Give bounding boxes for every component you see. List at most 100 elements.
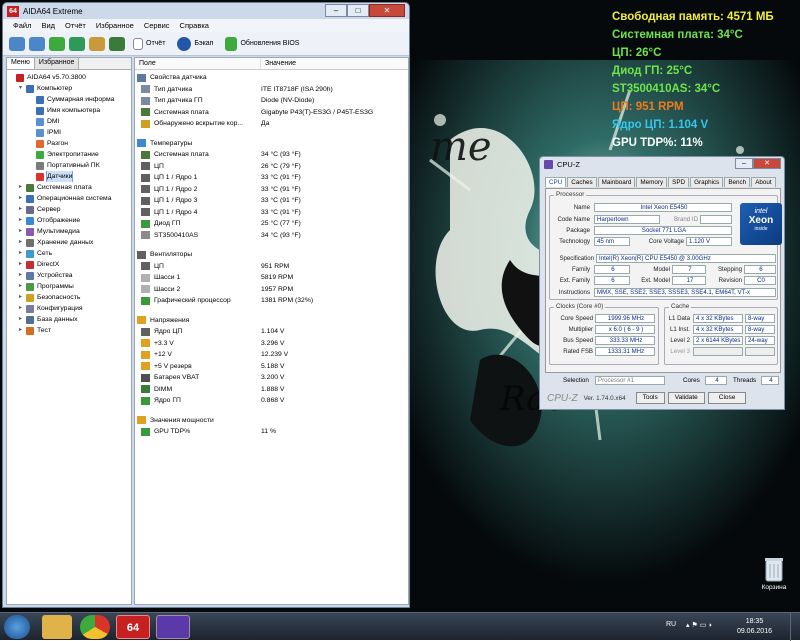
expand-arrow-icon[interactable]: ▸ [19,281,25,292]
recycle-bin[interactable]: Корзина [756,556,792,591]
tools-button[interactable]: Tools [635,392,665,404]
sensor-row[interactable]: Ядро ЦП 1.104 V [135,326,408,338]
tree-item[interactable]: ▸ Сервер [7,204,131,215]
tree-item[interactable]: ▸ Отображение [7,215,131,226]
tree-item[interactable]: ▸ База данных [7,314,131,325]
cpuz-minimize-button[interactable]: – [735,158,753,169]
tree-item[interactable]: ▸ DirectX [7,259,131,270]
menu-item[interactable]: Вид [41,21,55,30]
tree-item[interactable]: Суммарная информа [7,94,131,105]
expand-arrow-icon[interactable]: ▸ [19,259,25,270]
sensor-row[interactable]: Системная плата Gigabyte P43(T)-ES3G / P4… [135,107,408,119]
expand-arrow-icon[interactable]: ▸ [19,215,25,226]
section-header[interactable]: Температуры [135,138,408,150]
expand-arrow-icon[interactable]: ▸ [19,237,25,248]
up-arrow-icon[interactable] [49,36,65,51]
expand-arrow-icon[interactable]: ▸ [19,303,25,314]
chrome-taskbar-icon[interactable] [80,615,110,639]
tree-item[interactable]: ▾ Компьютер [7,83,131,94]
sensor-row[interactable]: Графический процессор 1381 RPM (32%) [135,295,408,307]
tree-item[interactable]: Разгон [7,138,131,149]
report-button[interactable]: Отчёт [129,37,169,50]
sensor-row[interactable]: Диод ГП 25 °C (77 °F) [135,218,408,230]
section-header[interactable]: Значения мощности [135,415,408,427]
tree-item[interactable]: ▸ Тест [7,325,131,336]
users-icon[interactable] [89,36,105,51]
column-field[interactable]: Поле [135,58,261,69]
sensor-row[interactable]: Ядро ГП 0.868 V [135,395,408,407]
section-header[interactable]: Вентиляторы [135,249,408,261]
bios-update-button[interactable]: Обновления BIOS [221,36,303,51]
expand-arrow-icon[interactable]: ▸ [19,248,25,259]
sensor-row[interactable]: Шасси 1 5819 RPM [135,272,408,284]
expand-arrow-icon[interactable]: ▸ [19,193,25,204]
tree-item[interactable]: ▸ Сеть [7,248,131,259]
sensor-row[interactable]: ST3500410AS 34 °C (93 °F) [135,230,408,242]
cpuz-tab[interactable]: About [751,177,776,187]
close-button[interactable]: ✕ [369,4,405,17]
tree-item[interactable]: Датчики [7,171,131,182]
start-button[interactable] [4,615,30,639]
menu-item[interactable]: Справка [180,21,209,30]
nav-tab[interactable]: Меню [7,58,35,69]
sensor-row[interactable]: ЦП 1 / Ядро 1 33 °C (91 °F) [135,172,408,184]
sensor-row[interactable]: ЦП 1 / Ядро 4 33 °C (91 °F) [135,207,408,219]
language-indicator[interactable]: RU [666,621,676,628]
expand-arrow-icon[interactable]: ▸ [19,292,25,303]
expand-arrow-icon[interactable]: ▸ [19,325,25,336]
sensor-row[interactable]: ЦП 1 / Ядро 2 33 °C (91 °F) [135,184,408,196]
sensor-row[interactable]: DIMM 1.888 V [135,384,408,396]
sensor-row[interactable]: +5 V резерв 5.188 V [135,361,408,373]
forward-arrow-icon[interactable] [29,36,45,51]
menu-item[interactable]: Сервис [144,21,170,30]
minimize-button[interactable]: – [325,4,347,17]
sensor-row[interactable]: ЦП 1 / Ядро 3 33 °C (91 °F) [135,195,408,207]
sensor-row[interactable]: +3.3 V 3.296 V [135,338,408,350]
sensor-row[interactable]: Системная плата 34 °C (93 °F) [135,149,408,161]
maximize-button[interactable]: □ [347,4,369,17]
cpuz-tab[interactable]: Caches [567,177,597,187]
tree-item[interactable]: Портативный ПК [7,160,131,171]
sensor-row[interactable]: Батарея VBAT 3.200 V [135,372,408,384]
tree-item[interactable]: Имя компьютера [7,105,131,116]
taskbar-clock[interactable]: 18:35 09.06.2016 [737,617,772,637]
cpuz-taskbar-icon[interactable] [156,615,190,639]
sensor-row[interactable]: Тип датчика ITE IT8718F (ISA 290h) [135,84,408,96]
section-header[interactable]: Напряжения [135,315,408,327]
refresh-icon[interactable] [69,36,85,51]
tree-item[interactable]: ▸ Конфигурация [7,303,131,314]
expand-arrow-icon[interactable]: ▾ [19,83,25,94]
cpuz-tab[interactable]: Memory [636,177,668,187]
expand-arrow-icon[interactable]: ▸ [19,270,25,281]
column-value[interactable]: Значение [261,58,296,69]
processor-select[interactable]: Processor #1 [595,376,665,385]
tree-item[interactable]: ▸ Мультимедиа [7,226,131,237]
backup-button[interactable]: Бэкап [173,36,217,51]
validate-button[interactable]: Validate [667,392,705,404]
chip-icon[interactable] [109,36,125,51]
menu-item[interactable]: Отчёт [65,21,86,30]
expand-arrow-icon[interactable]: ▸ [19,314,25,325]
aida64-titlebar[interactable]: 64 AIDA64 Extreme – □ ✕ [3,3,409,19]
nav-tab[interactable]: Избранное [34,58,80,69]
sensor-row[interactable]: ЦП 26 °C (79 °F) [135,161,408,173]
menu-item[interactable]: Избранное [96,21,134,30]
tree-item[interactable]: ▸ Программы [7,281,131,292]
sensor-row[interactable]: Шасси 2 1957 RPM [135,284,408,296]
tree-item[interactable]: ▸ Хранение данных [7,237,131,248]
cpuz-close-button[interactable]: ✕ [753,158,781,169]
cpuz-close-footer-button[interactable]: Close [707,392,747,404]
tree-item[interactable]: AIDA64 v5.70.3800 [7,72,131,83]
aida64-taskbar-icon[interactable]: 64 [116,615,150,639]
sensor-row[interactable]: Тип датчика ГП Diode (NV-Diode) [135,95,408,107]
cpuz-tab[interactable]: Graphics [690,177,724,187]
tree-item[interactable]: ▸ Устройства [7,270,131,281]
tree-item[interactable]: Электропитание [7,149,131,160]
cpuz-tab[interactable]: Mainboard [597,177,636,187]
tree-item[interactable]: ▸ Безопасность [7,292,131,303]
tray-icons[interactable]: ▴ ⚑ ▭ ◗ [686,621,726,631]
section-header[interactable]: Свойства датчика [135,72,408,84]
cpuz-tab[interactable]: SPD [668,177,690,187]
expand-arrow-icon[interactable]: ▸ [19,204,25,215]
sensor-row[interactable]: Обнаружено вскрытие кор... Да [135,118,408,130]
